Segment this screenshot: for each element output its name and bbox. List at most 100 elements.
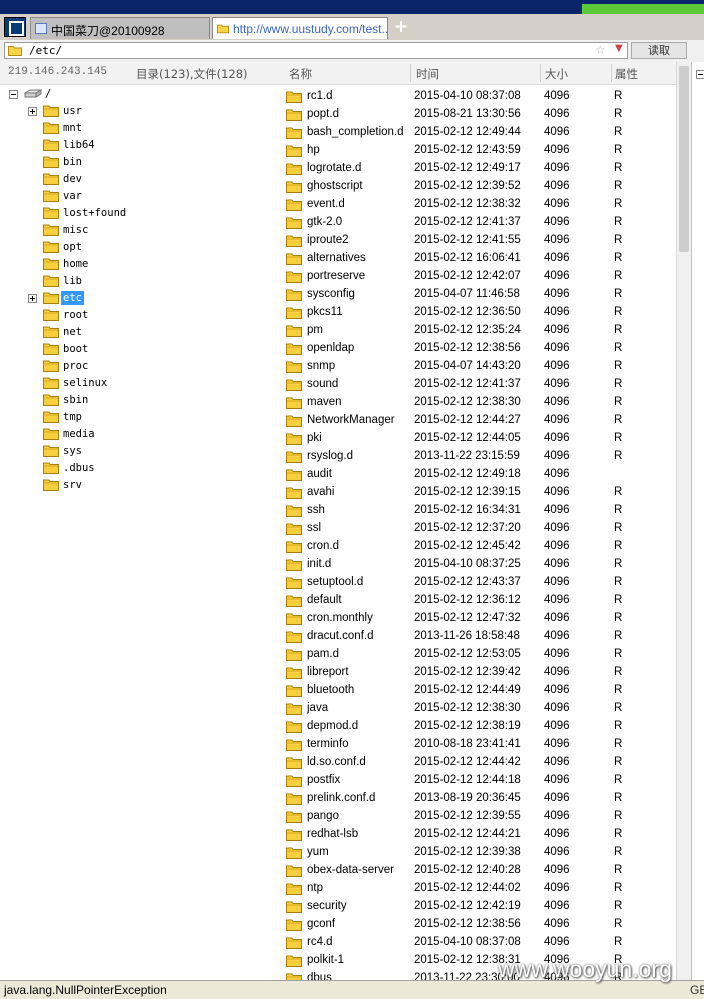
file-time: 2015-02-12 12:42:19: [414, 900, 521, 912]
file-row[interactable]: ssh 2015-02-12 16:34:31 4096 R: [284, 501, 676, 519]
column-time-header[interactable]: 时间: [416, 66, 439, 82]
file-row[interactable]: snmp 2015-04-07 14:43:20 4096 R: [284, 357, 676, 375]
file-attr: R: [614, 306, 623, 318]
file-row[interactable]: sysconfig 2015-04-07 11:46:58 4096 R: [284, 285, 676, 303]
file-row[interactable]: yum 2015-02-12 12:39:38 4096 R: [284, 843, 676, 861]
file-name: audit: [307, 468, 332, 480]
file-size: 4096: [544, 324, 570, 336]
star-icon[interactable]: ☆: [595, 43, 606, 57]
file-size: 4096: [544, 162, 570, 174]
file-row[interactable]: terminfo 2010-08-18 23:41:41 4096 R: [284, 735, 676, 753]
file-row[interactable]: openldap 2015-02-12 12:38:56 4096 R: [284, 339, 676, 357]
file-row[interactable]: pki 2015-02-12 12:44:05 4096 R: [284, 429, 676, 447]
tab-caidao[interactable]: 中国菜刀@20100928: [30, 17, 210, 39]
file-row[interactable]: maven 2015-02-12 12:38:30 4096 R: [284, 393, 676, 411]
column-divider[interactable]: [611, 64, 612, 82]
file-row[interactable]: setuptool.d 2015-02-12 12:43:37 4096 R: [284, 573, 676, 591]
file-row[interactable]: obex-data-server 2015-02-12 12:40:28 4096 R: [284, 861, 676, 879]
file-row[interactable]: rc1.d 2015-04-10 08:37:08 4096 R: [284, 87, 676, 105]
file-time: 2015-02-12 12:36:50: [414, 306, 521, 318]
file-attr: R: [614, 558, 623, 570]
file-row[interactable]: bash_completion.d 2015-02-12 12:49:44 4096…: [284, 123, 676, 141]
file-time: 2015-02-12 12:38:30: [414, 396, 521, 408]
file-row[interactable]: default 2015-02-12 12:36:12 4096 R: [284, 591, 676, 609]
folder-icon: [286, 685, 302, 697]
file-list-scrollbar[interactable]: [676, 62, 691, 980]
folder-icon: [286, 361, 302, 373]
file-name: polkit-1: [307, 954, 345, 966]
file-row[interactable]: dracut.conf.d 2013-11-26 18:58:48 4096 R: [284, 627, 676, 645]
folder-icon: [43, 462, 59, 474]
file-row[interactable]: cron.d 2015-02-12 12:45:42 4096 R: [284, 537, 676, 555]
encoding-indicator[interactable]: GB: [690, 983, 704, 997]
column-size-header[interactable]: 大小: [545, 66, 568, 82]
folder-icon: [286, 649, 302, 661]
tab-url[interactable]: http://www.uustudy.com/test...: [212, 17, 388, 39]
file-row[interactable]: init.d 2015-04-10 08:37:25 4096 R: [284, 555, 676, 573]
tab-url-label: http://www.uustudy.com/test...: [233, 22, 388, 36]
file-time: 2015-02-12 12:44:02: [414, 882, 521, 894]
column-divider[interactable]: [540, 64, 541, 82]
column-divider[interactable]: [410, 64, 411, 82]
file-time: 2015-02-12 12:39:38: [414, 846, 521, 858]
path-input[interactable]: /etc/ ☆ ▼: [4, 42, 628, 59]
column-attr-header[interactable]: 属性: [615, 66, 638, 82]
file-row[interactable]: cron.monthly 2015-02-12 12:47:32 4096 R: [284, 609, 676, 627]
file-row[interactable]: popt.d 2015-08-21 13:30:56 4096 R: [284, 105, 676, 123]
file-row[interactable]: gtk-2.0 2015-02-12 12:41:37 4096 R: [284, 213, 676, 231]
file-row[interactable]: rsyslog.d 2013-11-22 23:15:59 4096 R: [284, 447, 676, 465]
chevron-down-icon[interactable]: ▼: [615, 43, 623, 54]
read-button[interactable]: 读取: [631, 42, 687, 59]
file-row[interactable]: ghostscript 2015-02-12 12:39:52 4096 R: [284, 177, 676, 195]
file-row[interactable]: postfix 2015-02-12 12:44:18 4096 R: [284, 771, 676, 789]
expand-icon[interactable]: [28, 107, 37, 116]
file-attr: R: [614, 486, 623, 498]
file-name: security: [307, 900, 347, 912]
file-row[interactable]: rc4.d 2015-04-10 08:37:08 4096 R: [284, 933, 676, 951]
collapse-icon[interactable]: [9, 90, 18, 99]
file-row[interactable]: ld.so.conf.d 2015-02-12 12:44:42 4096 R: [284, 753, 676, 771]
folder-icon: [43, 394, 59, 406]
file-time: 2015-02-12 12:39:42: [414, 666, 521, 678]
expand-icon[interactable]: [28, 294, 37, 303]
file-row[interactable]: pango 2015-02-12 12:39:55 4096 R: [284, 807, 676, 825]
file-row[interactable]: libreport 2015-02-12 12:39:42 4096 R: [284, 663, 676, 681]
file-row[interactable]: portreserve 2015-02-12 12:42:07 4096 R: [284, 267, 676, 285]
file-row[interactable]: event.d 2015-02-12 12:38:32 4096 R: [284, 195, 676, 213]
file-row[interactable]: ntp 2015-02-12 12:44:02 4096 R: [284, 879, 676, 897]
file-row[interactable]: ssl 2015-02-12 12:37:20 4096 R: [284, 519, 676, 537]
file-row[interactable]: pkcs11 2015-02-12 12:36:50 4096 R: [284, 303, 676, 321]
folder-icon: [286, 901, 302, 913]
file-row[interactable]: prelink.conf.d 2013-08-19 20:36:45 4096 R: [284, 789, 676, 807]
file-row[interactable]: hp 2015-02-12 12:43:59 4096 R: [284, 141, 676, 159]
file-row[interactable]: depmod.d 2015-02-12 12:38:19 4096 R: [284, 717, 676, 735]
scrollbar-thumb[interactable]: [679, 66, 689, 252]
file-row[interactable]: iproute2 2015-02-12 12:41:55 4096 R: [284, 231, 676, 249]
app-logo-icon[interactable]: [4, 17, 26, 37]
collapse-icon[interactable]: [696, 70, 704, 79]
folder-icon: [286, 559, 302, 571]
file-attr: R: [614, 810, 623, 822]
folder-icon: [286, 595, 302, 607]
file-row[interactable]: audit 2015-02-12 12:49:18 4096: [284, 465, 676, 483]
file-size: 4096: [544, 702, 570, 714]
file-row[interactable]: alternatives 2015-02-12 16:06:41 4096 R: [284, 249, 676, 267]
file-row[interactable]: security 2015-02-12 12:42:19 4096 R: [284, 897, 676, 915]
file-name: java: [307, 702, 329, 714]
file-row[interactable]: redhat-lsb 2015-02-12 12:44:21 4096 R: [284, 825, 676, 843]
file-name: dracut.conf.d: [307, 630, 374, 642]
file-size: 4096: [544, 810, 570, 822]
file-row[interactable]: logrotate.d 2015-02-12 12:49:17 4096 R: [284, 159, 676, 177]
file-row[interactable]: sound 2015-02-12 12:41:37 4096 R: [284, 375, 676, 393]
file-row[interactable]: java 2015-02-12 12:38:30 4096 R: [284, 699, 676, 717]
file-row[interactable]: NetworkManager 2015-02-12 12:44:27 4096 R: [284, 411, 676, 429]
file-row[interactable]: bluetooth 2015-02-12 12:44:49 4096 R: [284, 681, 676, 699]
file-row[interactable]: pam.d 2015-02-12 12:53:05 4096 R: [284, 645, 676, 663]
file-row[interactable]: avahi 2015-02-12 12:39:15 4096 R: [284, 483, 676, 501]
folder-icon: [286, 379, 302, 391]
file-row[interactable]: pm 2015-02-12 12:35:24 4096 R: [284, 321, 676, 339]
new-tab-button[interactable]: +: [393, 17, 409, 37]
file-row[interactable]: gconf 2015-02-12 12:38:56 4096 R: [284, 915, 676, 933]
folder-icon: [286, 631, 302, 643]
column-name-header[interactable]: 名称: [289, 66, 312, 82]
